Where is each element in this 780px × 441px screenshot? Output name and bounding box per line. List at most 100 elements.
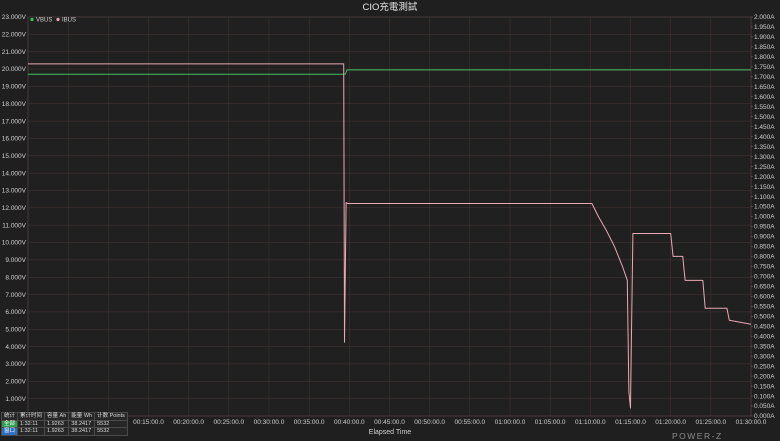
stats-ah: 1.9263 [44, 427, 70, 436]
y-right-tick-label: 0.350A [754, 343, 775, 350]
y-right-tick-label: 2.000A [754, 14, 775, 21]
x-tick-label: 00:20:00.0 [173, 419, 204, 426]
stats-time: 1:32:11 [17, 427, 46, 436]
y-left-tick-label: 10.000V [2, 240, 27, 247]
stats-header-cell: 统计 [0, 412, 19, 421]
y-right-tick-label: 1.100A [754, 194, 775, 201]
y-right-tick-label: 1.300A [754, 154, 775, 161]
y-right-tick-label: 1.900A [754, 34, 775, 41]
y-right-tick-label: 1.200A [754, 174, 775, 181]
stats-ah: 1.9263 [44, 419, 70, 428]
stats-header-row: 统计 累计时间 容量 Ah 能量 Wh 计数 Points [0, 412, 128, 421]
y-right-tick-label: 1.000A [754, 214, 775, 221]
y-right-tick-label: 1.350A [754, 144, 775, 151]
y-left-tick-label: 17.000V [2, 118, 27, 125]
y-right-tick-label: 0.600A [754, 294, 775, 301]
y-right-tick-label: 1.650A [754, 84, 775, 91]
stats-header-cell: 容量 Ah [44, 412, 70, 421]
y-right-tick-label: 0.100A [754, 393, 775, 400]
y-right-tick-label: 0.850A [754, 244, 775, 251]
line-chart: CIO充電測試 0.000V1.000V2.000V3.000V4.000V5.… [2, 1, 775, 436]
x-tick-label: 00:50:00.0 [414, 419, 445, 426]
y-right-tick-label: 0.400A [754, 333, 775, 340]
y-left-tick-label: 7.000V [5, 292, 26, 299]
y-right-tick-label: 0.150A [754, 383, 775, 390]
y-right-tick-label: 0.950A [754, 224, 775, 231]
y-right-tick-label: 1.450A [754, 124, 775, 131]
x-tick-label: 01:05:00.0 [535, 419, 566, 426]
x-tick-label: 00:40:00.0 [334, 419, 365, 426]
x-tick-label: 00:45:00.0 [374, 419, 405, 426]
y-left-tick-label: 15.000V [2, 153, 27, 160]
y-left-tick-label: 11.000V [2, 222, 26, 229]
power-z-logo: POWER-Z [672, 431, 723, 441]
y-left-tick-label: 20.000V [2, 66, 27, 73]
y-right-tick-label: 1.850A [754, 44, 775, 51]
y-left-tick-label: 22.000V [2, 32, 27, 39]
stats-header-cell: 能量 Wh [68, 412, 96, 421]
y-left-tick-label: 23.000V [2, 14, 27, 21]
y-right-tick-label: 1.050A [754, 204, 775, 211]
stats-header-cell: 累计时间 [17, 412, 46, 421]
y-left-tick-label: 16.000V [2, 136, 27, 143]
legend-dot-ibus [56, 17, 60, 22]
x-tick-label: 01:00:00.0 [495, 419, 526, 426]
stats-points: 5532 [94, 427, 128, 436]
legend-label-ibus: IBUS [62, 18, 76, 24]
y-right-tick-label: 0.300A [754, 353, 775, 360]
y-right-tick-label: 0.500A [754, 313, 775, 320]
y-right-tick-label: 1.750A [754, 64, 775, 71]
y-left-tick-label: 13.000V [2, 188, 27, 195]
y-right-tick-label: 1.250A [754, 164, 775, 171]
x-axis-label: Elapsed Time [369, 429, 412, 436]
x-tick-label: 00:15:00.0 [133, 419, 164, 426]
stats-tag-window: 窗口 [0, 427, 19, 436]
stats-wh: 38.2417 [68, 419, 96, 428]
y-right-tick-label: 0.800A [754, 254, 775, 261]
stats-time: 1:32:11 [17, 419, 46, 428]
x-tick-label: 00:55:00.0 [454, 419, 485, 426]
stats-row-all: 全部 1:32:11 1.9263 38.2417 5532 [0, 419, 128, 428]
y-right-tick-label: 1.950A [754, 24, 775, 31]
y-left-tick-label: 21.000V [2, 49, 27, 56]
y-right-tick-label: 1.700A [754, 74, 775, 81]
y-right-tick-label: 1.500A [754, 114, 775, 121]
y-right-tick-label: 0.750A [754, 264, 775, 271]
y-left-tick-label: 19.000V [2, 84, 27, 91]
y-right-tick-label: 0.450A [754, 323, 775, 330]
y-right-tick-label: 1.600A [754, 94, 775, 101]
y-left-tick-label: 14.000V [2, 170, 27, 177]
x-tick-label: 01:25:00.0 [695, 419, 726, 426]
y-right-tick-label: 1.400A [754, 134, 775, 141]
y-right-tick-label: 0.050A [754, 403, 775, 410]
y-left-tick-label: 8.000V [5, 274, 26, 281]
y-right-tick-label: 0.700A [754, 274, 775, 281]
stats-points: 5532 [94, 419, 128, 428]
y-left-tick-label: 5.000V [5, 326, 26, 333]
x-tick-label: 01:10:00.0 [575, 419, 606, 426]
y-right-tick-label: 0.250A [754, 363, 775, 370]
y-right-tick-label: 1.150A [754, 184, 775, 191]
y-left-tick-label: 2.000V [5, 379, 26, 386]
y-left-tick-label: 12.000V [2, 205, 27, 212]
legend-label-vbus: VBUS [36, 18, 52, 24]
y-right-tick-label: 0.200A [754, 373, 775, 380]
x-tick-label: 00:30:00.0 [254, 419, 285, 426]
x-tick-label: 01:30:00.0 [736, 419, 767, 426]
y-left-tick-label: 9.000V [5, 257, 26, 264]
x-tick-label: 01:15:00.0 [615, 419, 646, 426]
x-tick-label: 00:25:00.0 [213, 419, 244, 426]
y-left-tick-label: 1.000V [5, 396, 26, 403]
y-right-tick-label: 1.800A [754, 54, 775, 61]
stats-row-window: 窗口 1:32:11 1.9263 38.2417 5532 [0, 427, 128, 436]
y-left-tick-label: 18.000V [2, 101, 27, 108]
x-tick-label: 01:20:00.0 [655, 419, 686, 426]
stats-header-cell: 计数 Points [94, 412, 128, 421]
right-axis-ticks: 0.000A0.050A0.100A0.150A0.200A0.250A0.30… [751, 14, 775, 420]
chart-root: CIO充電測試 0.000V1.000V2.000V3.000V4.000V5.… [0, 0, 780, 441]
stats-tag-all: 全部 [0, 419, 19, 428]
chart-title: CIO充電測試 [363, 1, 418, 13]
stats-wh: 38.2417 [68, 427, 96, 436]
y-right-tick-label: 1.550A [754, 104, 775, 111]
stats-table: 统计 累计时间 容量 Ah 能量 Wh 计数 Points 全部 1:32:11… [0, 412, 128, 436]
